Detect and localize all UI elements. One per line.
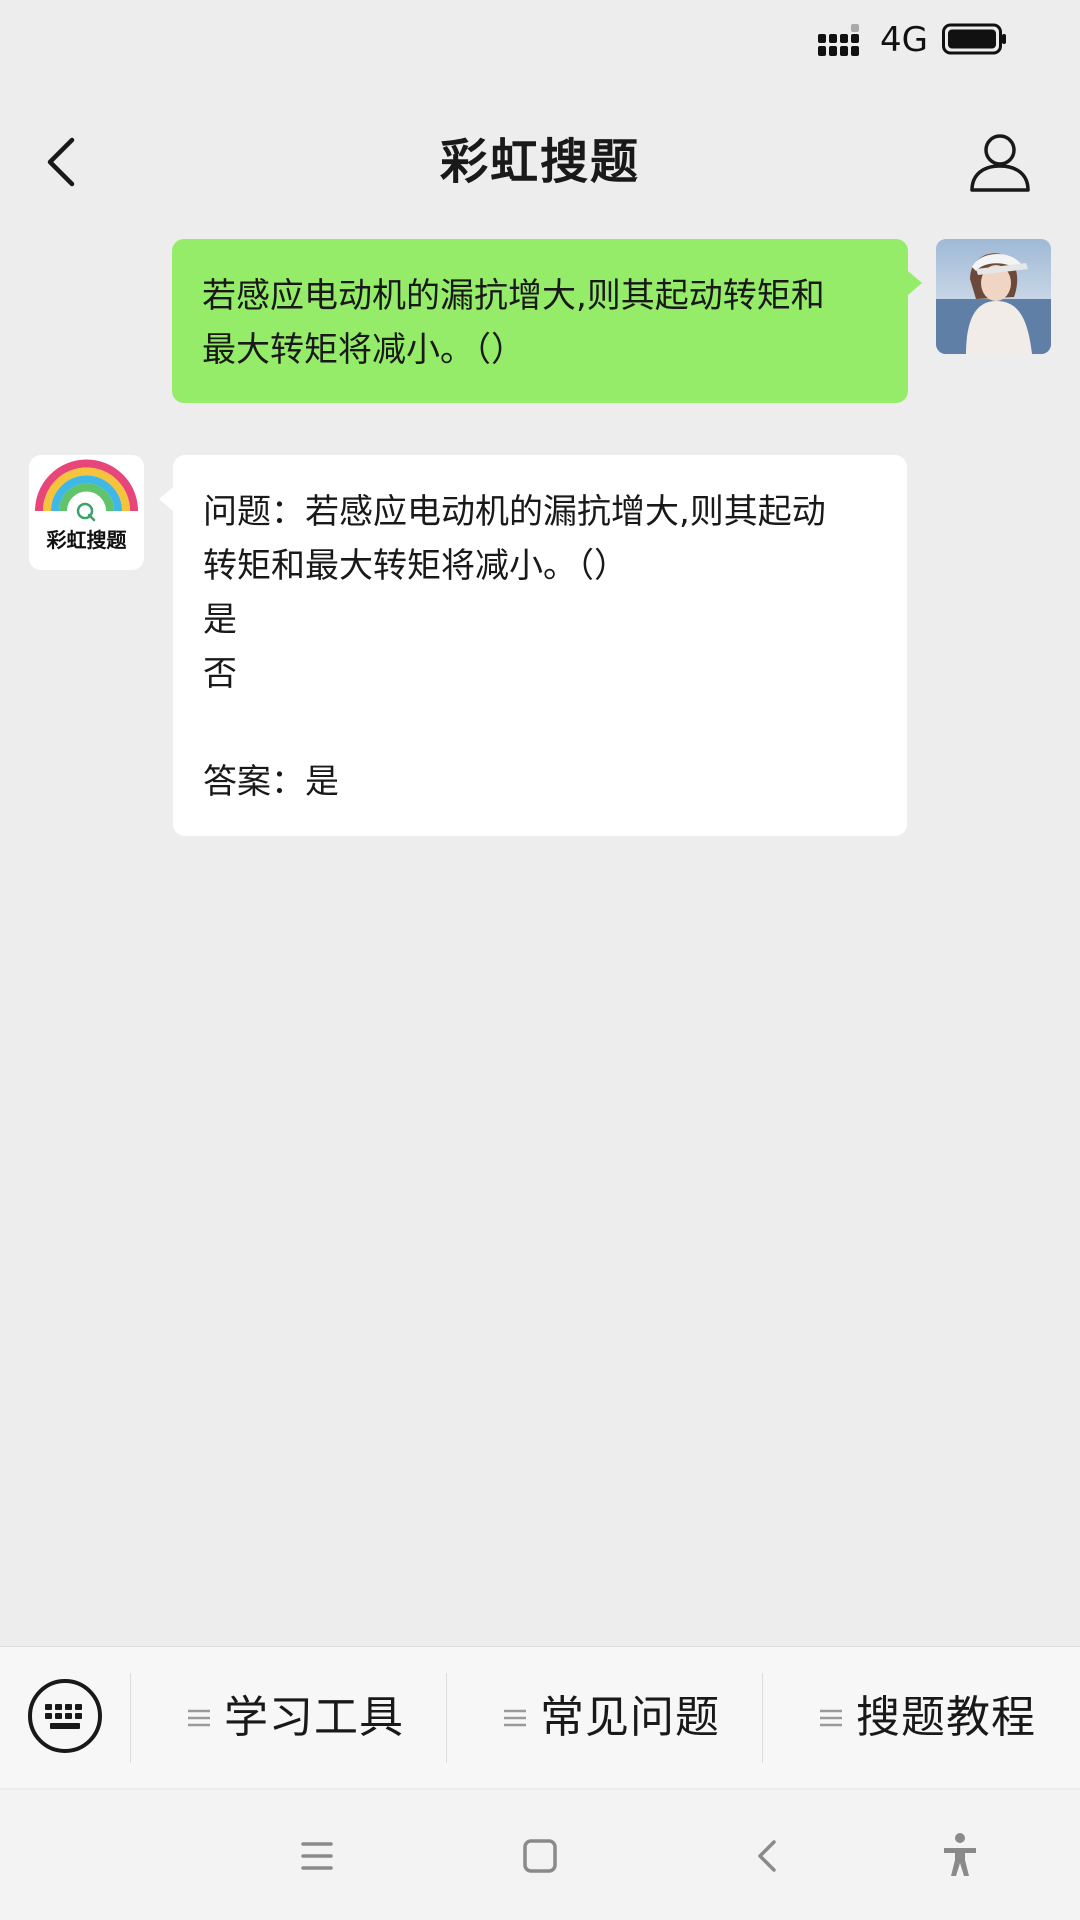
menu-item-label: 学习工具	[224, 1692, 404, 1743]
bot-message-line	[203, 701, 877, 755]
bot-avatar[interactable]: 彩虹搜题	[29, 455, 144, 570]
user-message-bubble[interactable]: 若感应电动机的漏抗增大,则其起动转矩和 最大转矩将减小。（）	[172, 239, 922, 403]
menu-divider	[762, 1673, 763, 1763]
menu-divider	[446, 1673, 447, 1763]
signal-icon	[818, 24, 859, 56]
menu-bar: 学习工具 常见问题 搜题教程	[0, 1646, 1080, 1788]
person-icon[interactable]	[964, 126, 1036, 198]
title-bar: 彩虹搜题	[0, 100, 1080, 224]
accessibility-icon[interactable]	[932, 1828, 988, 1884]
bot-message-line: 转矩和最大转矩将减小。（）	[203, 546, 628, 586]
page-title: 彩虹搜题	[439, 134, 640, 190]
menu-lines-icon	[820, 1709, 842, 1727]
user-avatar[interactable]	[936, 239, 1051, 354]
back-chevron-icon[interactable]	[36, 130, 96, 194]
menu-item-label: 常见问题	[540, 1692, 720, 1743]
bot-message-bubble[interactable]: 问题：若感应电动机的漏抗增大,则其起动 转矩和最大转矩将减小。（） 是 否 答案…	[159, 455, 907, 836]
user-message-line: 若感应电动机的漏抗增大,则其起动转矩和	[202, 276, 825, 316]
menu-lines-icon	[188, 1709, 210, 1727]
back-icon[interactable]	[740, 1828, 796, 1884]
keyboard-icon[interactable]	[26, 1677, 104, 1755]
user-message-line: 最大转矩将减小。（）	[202, 330, 525, 370]
menu-item-study-tools[interactable]: 学习工具	[150, 1669, 440, 1767]
bot-message-line: 答案：是	[203, 762, 339, 802]
system-nav-bar	[0, 1790, 1080, 1920]
menu-lines-icon	[504, 1709, 526, 1727]
bot-message-line: 否	[203, 654, 237, 694]
status-bar: 4G	[0, 0, 1080, 82]
bot-message-line: 是	[203, 600, 237, 640]
menu-item-tutorial[interactable]: 搜题教程	[782, 1669, 1072, 1767]
battery-icon	[942, 23, 1006, 55]
user-photo	[936, 239, 1051, 354]
bot-message-line: 问题：若感应电动机的漏抗增大,则其起动	[203, 492, 826, 532]
network-type: 4G	[880, 20, 928, 60]
chat-screen: 4G 彩虹搜题 若感应电动机的漏抗增大,则其起动转矩和 最大转矩将减小。（） 彩…	[0, 0, 1080, 1920]
menu-item-label: 搜题教程	[856, 1692, 1036, 1743]
menu-icon[interactable]	[289, 1828, 345, 1884]
bot-logo-text: 彩虹搜题	[46, 528, 127, 552]
menu-divider	[130, 1673, 131, 1763]
home-icon[interactable]	[512, 1828, 568, 1884]
menu-item-faq[interactable]: 常见问题	[466, 1669, 756, 1767]
